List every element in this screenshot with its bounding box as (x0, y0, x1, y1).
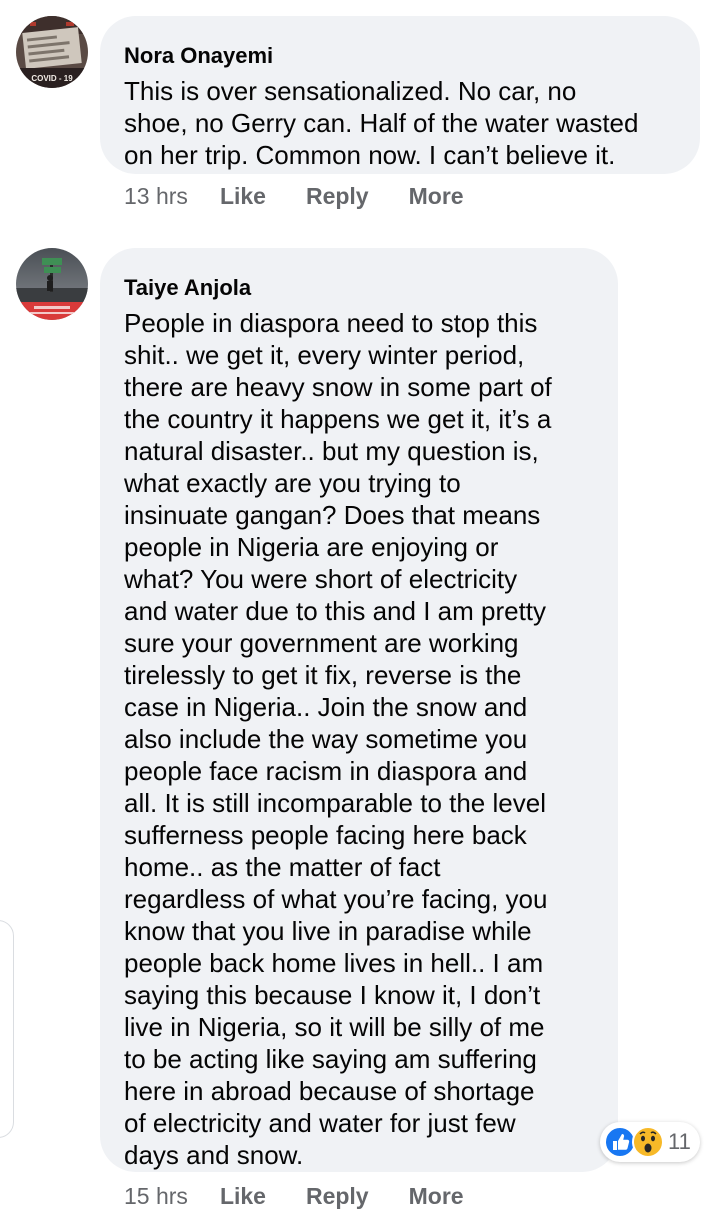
offscreen-card-edge (0, 920, 14, 1138)
comment-author-name[interactable]: Taiye Anjola (124, 273, 594, 303)
comment-bubble: Taiye Anjola People in diaspora need to … (100, 248, 618, 1172)
reaction-count: 11 (668, 1129, 691, 1154)
comment-bubble: Nora Onayemi This is over sensationalize… (100, 16, 700, 174)
comment-text: People in diaspora need to stop this shi… (124, 308, 552, 1170)
comment-timestamp[interactable]: 13 hrs (124, 183, 188, 210)
comment-author-name[interactable]: Nora Onayemi (124, 41, 676, 71)
like-button[interactable]: Like (220, 183, 266, 210)
reply-button[interactable]: Reply (306, 1183, 369, 1210)
avatar-nora-onayemi[interactable]: COVID - 19 (16, 16, 88, 88)
comment-text: This is over sensationalized. No car, no… (124, 76, 639, 170)
more-button[interactable]: More (409, 1183, 464, 1210)
avatar-taiye-anjola[interactable] (16, 248, 88, 320)
wow-icon (632, 1126, 664, 1158)
comment-actions: 13 hrs Like Reply More (124, 178, 504, 214)
more-button[interactable]: More (409, 183, 464, 210)
comment-actions: 15 hrs Like Reply More (124, 1178, 504, 1214)
reply-button[interactable]: Reply (306, 183, 369, 210)
like-button[interactable]: Like (220, 1183, 266, 1210)
avatar-badge-text: COVID - 19 (31, 74, 73, 83)
reaction-summary[interactable]: 11 (600, 1122, 700, 1162)
comment-timestamp[interactable]: 15 hrs (124, 1183, 188, 1210)
